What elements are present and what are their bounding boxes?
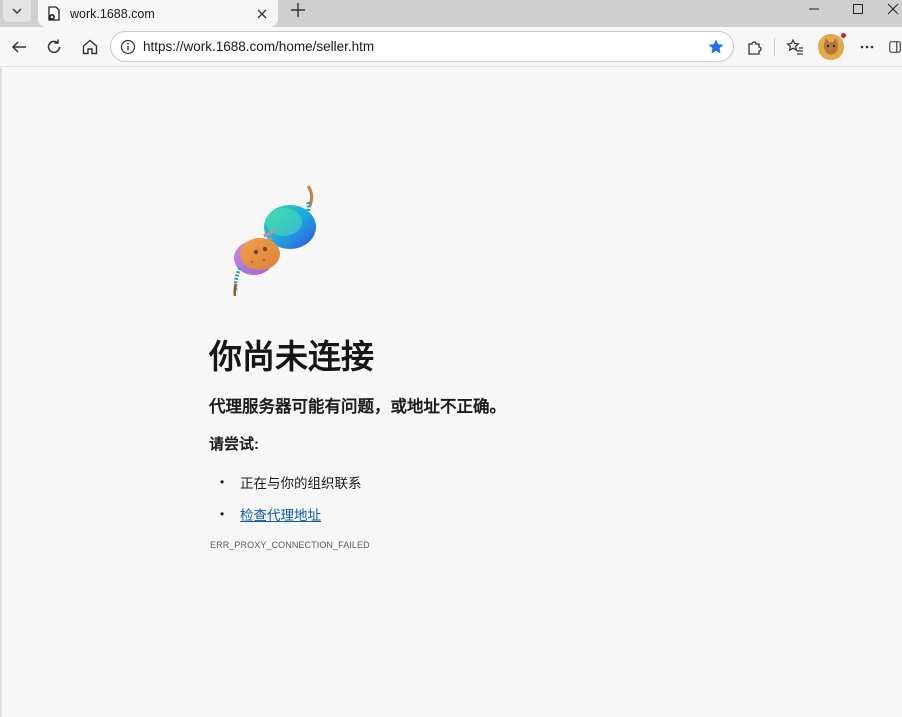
address-url[interactable]: https://work.1688.com/home/seller.htm: [143, 39, 702, 54]
maximize-icon: [853, 4, 863, 14]
arrow-left-icon: [11, 41, 26, 53]
minimize-icon: [809, 8, 819, 10]
suggestion-contact-org: 正在与你的组织联系: [240, 476, 362, 491]
check-proxy-link[interactable]: 检查代理地址: [240, 504, 321, 524]
minimize-button[interactable]: [796, 0, 832, 18]
address-bar[interactable]: https://work.1688.com/home/seller.htm: [110, 31, 734, 62]
error-subheading: 代理服务器可能有问题，或地址不正确。: [209, 398, 506, 416]
sidebar-icon: [889, 41, 901, 53]
info-icon[interactable]: [113, 32, 143, 62]
tab-title: work.1688.com: [70, 6, 155, 21]
new-tab-button[interactable]: [286, 0, 310, 20]
back-button[interactable]: [5, 33, 33, 61]
favorites-list-icon: [786, 38, 803, 55]
star-icon[interactable]: [702, 33, 730, 61]
chevron-down-icon: [12, 8, 22, 14]
list-item: • 正在与你的组织联系: [220, 466, 362, 498]
avatar[interactable]: [818, 32, 847, 60]
plus-icon: [291, 3, 305, 17]
notification-dot: [840, 32, 847, 39]
favorites-button[interactable]: [781, 33, 809, 61]
try-label: 请尝试:: [209, 436, 259, 453]
home-button[interactable]: [76, 33, 104, 61]
close-window-button[interactable]: [884, 0, 902, 18]
list-item: • 检查代理地址: [220, 498, 362, 530]
error-heading: 你尚未连接: [209, 338, 374, 375]
extensions-button[interactable]: [741, 33, 769, 61]
suggestion-list: • 正在与你的组织联系 • 检查代理地址: [220, 466, 362, 530]
browser-toolbar: https://work.1688.com/home/seller.htm: [0, 27, 902, 67]
more-button[interactable]: [853, 33, 881, 61]
tab-actions-menu[interactable]: [3, 0, 31, 22]
home-icon: [82, 39, 98, 55]
toolbar-separator: [774, 38, 775, 56]
error-code: ERR_PROXY_CONNECTION_FAILED: [210, 540, 370, 550]
close-icon[interactable]: [252, 4, 272, 24]
window-edge: [0, 68, 2, 717]
disconnected-plug-illustration: [233, 185, 316, 297]
close-window-icon: [887, 3, 899, 15]
maximize-button[interactable]: [840, 0, 876, 18]
puzzle-icon: [748, 41, 762, 55]
sidebar-toggle-button[interactable]: [888, 33, 902, 61]
tab-strip: work.1688.com: [0, 0, 902, 27]
browser-tab[interactable]: work.1688.com: [38, 0, 278, 27]
refresh-button[interactable]: [40, 33, 68, 61]
list-bullet: •: [220, 475, 225, 489]
error-page-icon: [46, 5, 62, 22]
list-bullet: •: [220, 507, 225, 521]
refresh-icon: [47, 39, 61, 54]
more-icon: [860, 45, 874, 49]
